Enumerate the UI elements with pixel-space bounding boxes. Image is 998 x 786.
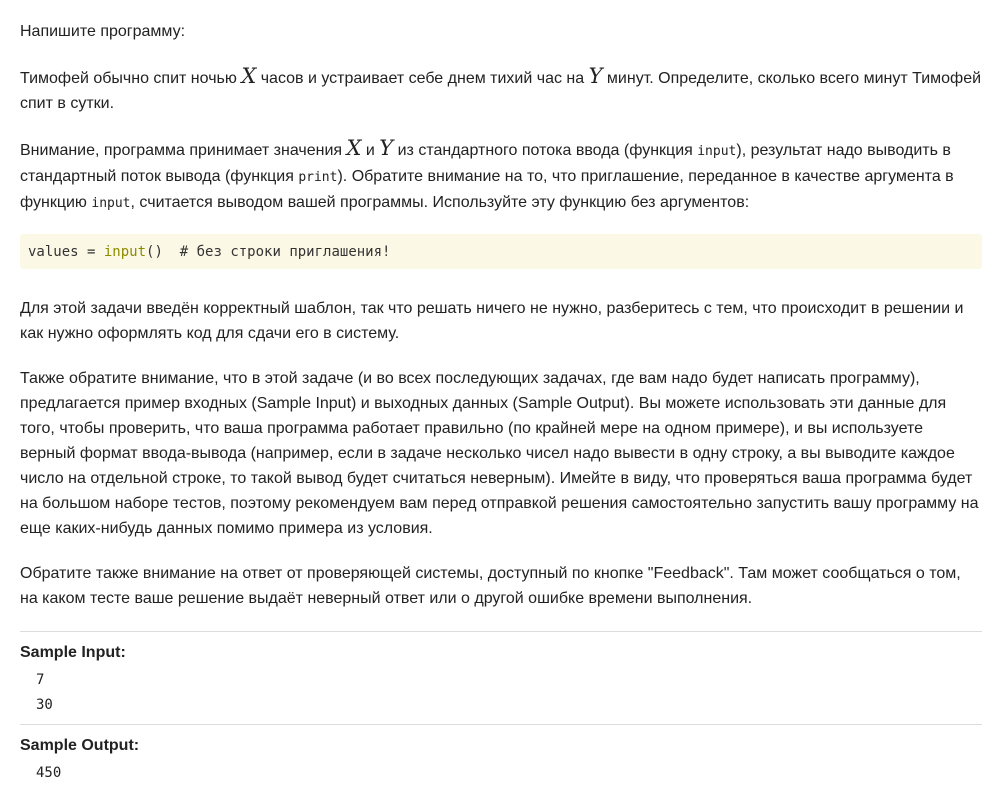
inline-code-input: input [697,144,737,159]
task-paragraph-3: Для этой задачи введён корректный шаблон… [20,300,964,342]
sample-output-line: 450 [36,765,62,781]
inline-code-print: print [298,170,338,185]
task-intro: Напишите программу: [20,23,186,40]
sample-output-title: Sample Output: [20,737,140,754]
task-paragraph-5: Обратите также внимание на ответ от пров… [20,565,961,607]
sample-output-block[interactable]: 450 [20,761,982,786]
text-fragment: Тимофей обычно спит ночью [20,70,242,87]
divider [20,631,982,632]
sample-input-line: 30 [36,697,53,713]
task-paragraph-4: Также обратите внимание, что в этой зада… [20,370,979,537]
math-var-y: Y [379,136,394,160]
text-fragment: часов и устраивает себе днем тихий час н… [256,70,589,87]
code-builtin-input: input [103,244,147,260]
text-fragment: из стандартного потока ввода (функция [393,142,698,159]
math-var-y: Y [588,64,603,88]
code-comment: # без строки приглашения! [162,244,391,260]
math-var-x: X [241,64,257,88]
text-fragment: и [361,142,380,159]
math-var-x: X [346,136,362,160]
task-paragraph-2: Внимание, программа принимает значения X… [20,136,982,216]
sample-input-line: 7 [36,672,45,688]
task-paragraph-1: Тимофей обычно спит ночью X часов и устр… [20,64,982,116]
text-fragment: Внимание, программа принимает значения [20,142,347,159]
code-operator: = [78,244,104,260]
divider [20,724,982,725]
code-variable: values [28,244,79,260]
step-content: Напишите программу: Тимофей обычно спит … [0,0,998,781]
sample-input-title: Sample Input: [20,644,126,661]
inline-code-input: input [91,196,131,211]
text-fragment: , считается выводом вашей программы. Исп… [130,194,750,211]
code-parens: () [146,244,163,260]
code-example-block[interactable]: values = input() # без строки приглашени… [20,234,982,269]
sample-input-block[interactable]: 7 30 [20,668,982,718]
